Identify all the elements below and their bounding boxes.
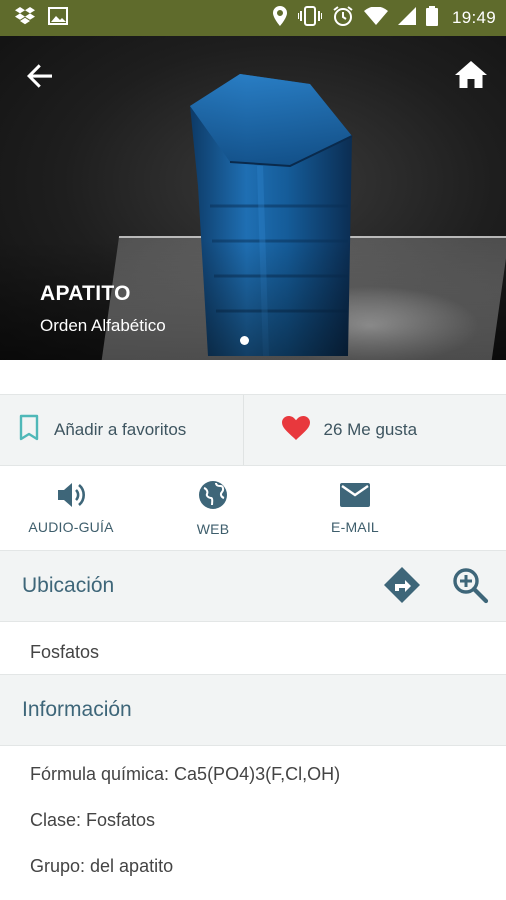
clock-time: 19:49 xyxy=(451,8,496,27)
vibrate-icon xyxy=(296,5,323,31)
like-button[interactable]: 26 Me gusta xyxy=(242,395,506,465)
info-line: Clase: Fosfatos xyxy=(30,810,156,830)
mineral-subtitle: Orden Alfabético xyxy=(40,316,166,335)
alarm-icon xyxy=(332,5,354,32)
bookmark-icon xyxy=(18,414,40,447)
email-label: E-MAIL xyxy=(331,518,379,535)
web-button[interactable]: WEB xyxy=(142,466,284,550)
email-button[interactable]: E-MAIL xyxy=(284,466,426,550)
add-to-favorites-button[interactable]: Añadir a favoritos xyxy=(0,395,243,465)
location-icon xyxy=(272,5,288,31)
info-line: Grupo: del apatito xyxy=(30,856,174,876)
information-section-title: Información xyxy=(22,698,132,721)
home-icon[interactable] xyxy=(454,58,488,92)
pager-dot[interactable] xyxy=(240,336,249,345)
heart-icon xyxy=(281,415,310,445)
location-value: Fosfatos xyxy=(30,642,100,662)
dropbox-icon xyxy=(14,6,36,31)
favorites-bar: Añadir a favoritos 26 Me gusta xyxy=(0,394,506,466)
mail-icon xyxy=(339,482,371,513)
signal-icon xyxy=(397,6,416,30)
mineral-title: APATITO xyxy=(40,282,131,305)
add-to-favorites-label: Añadir a favoritos xyxy=(54,420,187,439)
web-label: WEB xyxy=(196,520,230,537)
location-section-title: Ubicación xyxy=(22,574,115,597)
status-bar: 19:49 xyxy=(0,0,506,36)
zoom-in-icon[interactable] xyxy=(450,565,490,610)
directions-icon[interactable] xyxy=(382,565,422,610)
globe-icon xyxy=(198,480,228,515)
back-arrow-icon[interactable] xyxy=(24,60,56,92)
wifi-icon xyxy=(363,5,388,30)
hero-image[interactable]: APATITO Orden Alfabético xyxy=(0,36,506,360)
battery-icon xyxy=(425,5,438,31)
likes-count-label: 26 Me gusta xyxy=(323,420,418,439)
speaker-icon xyxy=(56,482,86,513)
audio-guide-button[interactable]: AUDIO-GUÍA xyxy=(0,466,142,550)
information-section-header: Información xyxy=(0,674,506,746)
info-line: Fórmula química: Ca5(PO4)3(F,Cl,OH) xyxy=(30,764,341,784)
actions-bar: AUDIO-GUÍA WEB E-MAIL xyxy=(0,466,506,550)
audio-guide-label: AUDIO-GUÍA xyxy=(28,518,114,535)
location-section-header: Ubicación xyxy=(0,550,506,622)
image-icon xyxy=(48,6,68,30)
